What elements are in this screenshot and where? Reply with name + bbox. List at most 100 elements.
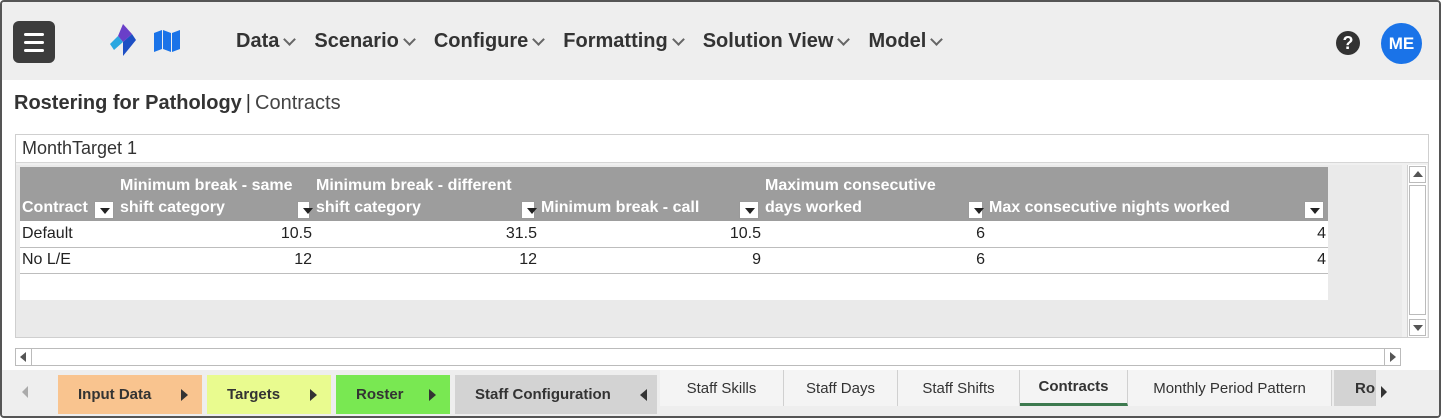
chevron-down-icon bbox=[532, 33, 546, 46]
column-label: Minimum break - call bbox=[541, 199, 700, 216]
horizontal-scrollbar[interactable] bbox=[15, 348, 1401, 366]
tab-label: Staff Shifts bbox=[922, 379, 995, 397]
map-icon[interactable] bbox=[154, 30, 180, 52]
column-label: Minimum break - same shift category bbox=[120, 177, 293, 216]
scroll-right-icon[interactable] bbox=[1384, 349, 1400, 365]
tab-contracts[interactable]: Contracts bbox=[1020, 370, 1128, 406]
chevron-down-icon bbox=[671, 33, 685, 46]
filter-dropdown-icon[interactable] bbox=[739, 201, 759, 219]
nav-formatting[interactable]: Formatting bbox=[563, 30, 685, 53]
panel-title: MonthTarget 1 bbox=[16, 135, 1428, 163]
breadcrumb-app: Rostering for Pathology bbox=[14, 92, 242, 114]
nav-label: Configure bbox=[433, 30, 529, 52]
tab-label: Contracts bbox=[1038, 378, 1109, 395]
tab-staff-shifts[interactable]: Staff Shifts bbox=[898, 370, 1020, 406]
cell-value[interactable]: 6 bbox=[763, 221, 987, 248]
cell-value[interactable]: 31.5 bbox=[314, 221, 539, 248]
column-header-min-break-different: Minimum break - different shift category bbox=[314, 167, 539, 221]
cell-value[interactable]: 4 bbox=[987, 221, 1328, 248]
expand-right-icon bbox=[429, 389, 436, 401]
column-label: Maximum consecutive days worked bbox=[765, 177, 936, 216]
filter-dropdown-icon[interactable] bbox=[94, 201, 114, 219]
cell-value[interactable]: 9 bbox=[539, 247, 763, 274]
expand-right-icon bbox=[181, 389, 188, 401]
column-header-max-consecutive-nights: Max consecutive nights worked bbox=[987, 167, 1328, 221]
collapse-left-icon bbox=[640, 389, 647, 401]
tab-ro-truncated[interactable]: Ro bbox=[1334, 370, 1376, 406]
column-header-max-consecutive-days: Maximum consecutive days worked bbox=[763, 167, 987, 221]
empty-row bbox=[20, 274, 1328, 300]
nav-label: Data bbox=[236, 30, 280, 52]
table-row[interactable]: No L/E 12 12 9 6 4 bbox=[20, 247, 1328, 274]
scroll-up-icon[interactable] bbox=[1409, 166, 1426, 183]
scroll-left-icon[interactable] bbox=[16, 349, 32, 365]
filter-dropdown-icon[interactable] bbox=[296, 201, 314, 219]
tab-staff-skills[interactable]: Staff Skills bbox=[660, 370, 784, 406]
tab-group-targets[interactable]: Targets bbox=[207, 375, 331, 414]
data-panel: MonthTarget 1 Contract Minimum break - s… bbox=[15, 134, 1429, 338]
main-nav: Data Scenario Configure Formatting Solut… bbox=[236, 30, 961, 53]
sheet-tab-bar: Input Data Targets Roster Staff Configur… bbox=[2, 370, 1439, 416]
tab-monthly-period-pattern[interactable]: Monthly Period Pattern bbox=[1128, 370, 1332, 406]
tab-scroll-left-icon[interactable] bbox=[22, 386, 28, 398]
tab-label: Staff Configuration bbox=[475, 386, 611, 403]
filter-dropdown-icon[interactable] bbox=[967, 201, 985, 219]
table-header-row: Contract Minimum break - same shift cate… bbox=[20, 167, 1328, 221]
column-header-min-break-same: Minimum break - same shift category bbox=[118, 167, 314, 221]
cell-value[interactable]: 10.5 bbox=[539, 221, 763, 248]
tab-label: Staff Days bbox=[806, 379, 875, 397]
hamburger-menu-icon[interactable] bbox=[13, 21, 55, 63]
top-bar: Data Scenario Configure Formatting Solut… bbox=[2, 2, 1439, 80]
nav-data[interactable]: Data bbox=[236, 30, 297, 53]
tab-label: Ro bbox=[1355, 379, 1375, 397]
breadcrumb: Rostering for Pathology | Contracts bbox=[14, 92, 341, 115]
cell-value[interactable]: 6 bbox=[763, 247, 987, 274]
grid-area: Contract Minimum break - same shift cate… bbox=[16, 165, 1402, 337]
cell-value[interactable]: 4 bbox=[987, 247, 1328, 274]
nav-label: Model bbox=[868, 30, 927, 52]
column-label: Contract bbox=[22, 199, 88, 216]
chevron-down-icon bbox=[402, 33, 416, 46]
tab-label: Targets bbox=[227, 386, 281, 403]
user-avatar[interactable]: ME bbox=[1381, 23, 1422, 64]
cell-contract[interactable]: Default bbox=[20, 221, 118, 248]
tab-label: Monthly Period Pattern bbox=[1153, 379, 1306, 397]
filter-dropdown-icon[interactable] bbox=[521, 201, 537, 219]
chevron-down-icon bbox=[837, 33, 851, 46]
nav-label: Formatting bbox=[563, 30, 668, 52]
tab-label: Roster bbox=[356, 386, 404, 403]
tab-label: Input Data bbox=[78, 386, 152, 403]
tab-label: Staff Skills bbox=[686, 379, 757, 397]
nav-configure[interactable]: Configure bbox=[433, 30, 546, 53]
table-row[interactable]: Default 10.5 31.5 10.5 6 4 bbox=[20, 221, 1328, 248]
cell-contract[interactable]: No L/E bbox=[20, 247, 118, 274]
chevron-down-icon bbox=[283, 33, 297, 46]
cell-value[interactable]: 12 bbox=[118, 247, 314, 274]
app-window: Data Scenario Configure Formatting Solut… bbox=[0, 0, 1441, 418]
chevron-down-icon bbox=[930, 33, 944, 46]
column-label: Max consecutive nights worked bbox=[989, 199, 1230, 216]
tab-group-input-data[interactable]: Input Data bbox=[58, 375, 202, 414]
tab-scroll-right-icon[interactable] bbox=[1381, 386, 1387, 398]
tab-staff-days[interactable]: Staff Days bbox=[784, 370, 898, 406]
vertical-scrollbar[interactable] bbox=[1407, 165, 1427, 337]
column-header-min-break-call: Minimum break - call bbox=[539, 167, 763, 221]
filter-dropdown-icon[interactable] bbox=[1304, 201, 1324, 219]
nav-scenario[interactable]: Scenario bbox=[314, 30, 416, 53]
expand-right-icon bbox=[310, 389, 317, 401]
nav-label: Scenario bbox=[314, 30, 399, 52]
breadcrumb-page: Contracts bbox=[255, 92, 341, 114]
breadcrumb-separator: | bbox=[245, 92, 251, 114]
cell-value[interactable]: 12 bbox=[314, 247, 539, 274]
column-header-contract: Contract bbox=[20, 167, 118, 221]
tab-group-roster[interactable]: Roster bbox=[336, 375, 450, 414]
column-label: Minimum break - different shift category bbox=[316, 177, 512, 216]
contracts-table: Contract Minimum break - same shift cate… bbox=[20, 167, 1328, 274]
cell-value[interactable]: 10.5 bbox=[118, 221, 314, 248]
nav-solution-view[interactable]: Solution View bbox=[703, 30, 851, 53]
help-icon[interactable]: ? bbox=[1336, 31, 1360, 55]
nav-model[interactable]: Model bbox=[868, 30, 944, 53]
tab-group-staff-configuration[interactable]: Staff Configuration bbox=[455, 375, 657, 414]
scroll-down-icon[interactable] bbox=[1409, 319, 1426, 336]
scroll-track[interactable] bbox=[1409, 185, 1426, 315]
